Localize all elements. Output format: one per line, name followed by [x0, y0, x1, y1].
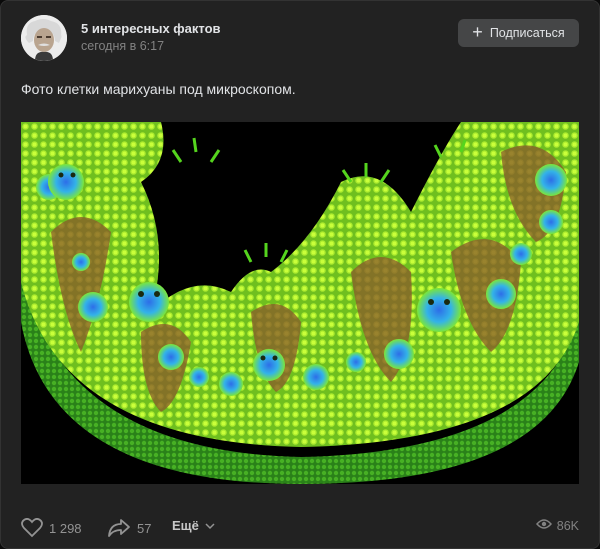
- plus-icon: +: [472, 22, 483, 42]
- subscribe-label: Подписаться: [489, 26, 565, 40]
- share-count: 57: [137, 520, 152, 536]
- subscribe-button[interactable]: + Подписаться: [458, 19, 579, 47]
- post-card: 5 интересных фактов сегодня в 6:17 + Под…: [0, 0, 600, 549]
- post-time[interactable]: сегодня в 6:17: [81, 39, 164, 53]
- like-button[interactable]: 1 298: [21, 518, 82, 538]
- author-name[interactable]: 5 интересных фактов: [81, 21, 221, 36]
- post-header: 5 интересных фактов сегодня в 6:17 + Под…: [21, 15, 579, 61]
- avatar[interactable]: [21, 15, 67, 61]
- more-button[interactable]: Ещё: [172, 518, 215, 533]
- views-count: 86K: [556, 518, 579, 533]
- share-icon: [107, 518, 131, 538]
- post-photo[interactable]: [21, 122, 579, 484]
- share-button[interactable]: 57: [107, 518, 151, 538]
- heart-icon: [21, 518, 43, 538]
- post-footer: 1 298 57 Ещё 86K: [21, 518, 579, 544]
- views-counter: 86K: [535, 518, 579, 533]
- chevron-down-icon: [205, 522, 215, 530]
- post-text: Фото клетки марихуаны под микроскопом.: [21, 81, 296, 97]
- eye-icon: [535, 518, 552, 533]
- more-label: Ещё: [172, 518, 199, 533]
- like-count: 1 298: [49, 520, 82, 536]
